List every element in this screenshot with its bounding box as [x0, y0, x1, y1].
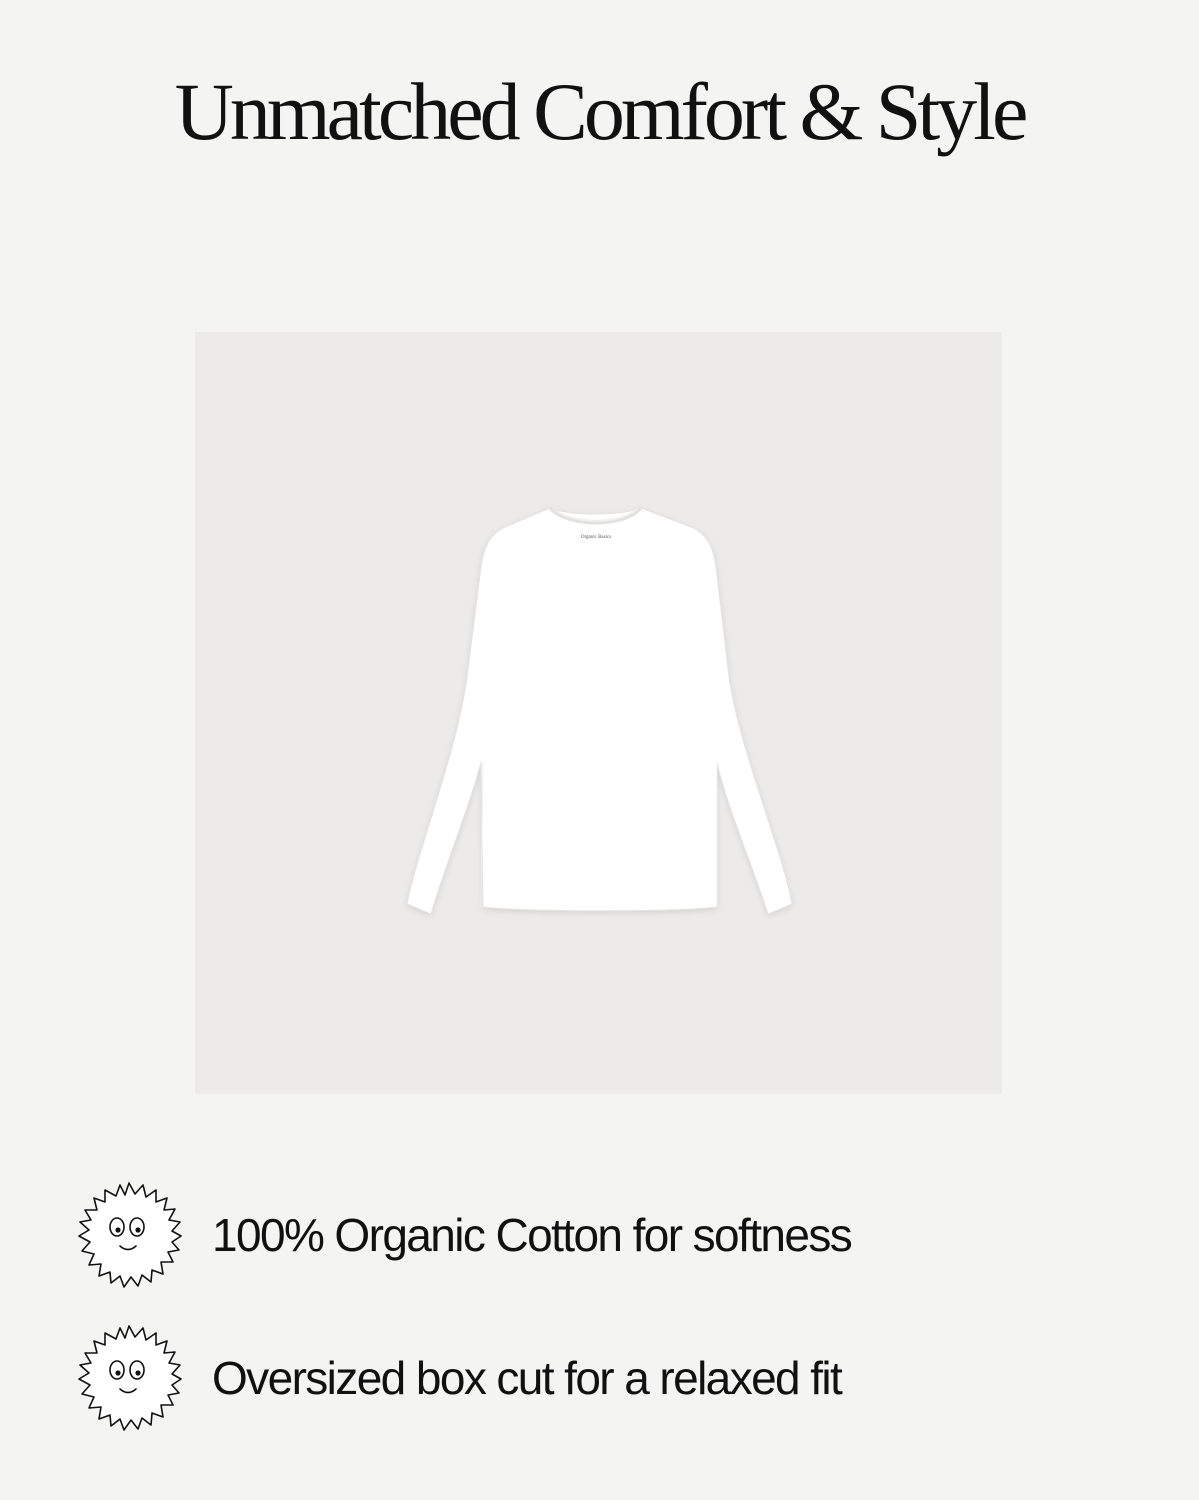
feature-item-fit: Oversized box cut for a relaxed fit [74, 1318, 843, 1438]
headline: Unmatched Comfort & Style [174, 66, 1029, 157]
feature-item-cotton: 100% Organic Cotton for softness [74, 1175, 853, 1295]
shirt-body [406, 507, 793, 915]
product-photo: Organic Basics [195, 332, 1002, 1094]
long-sleeve-shirt-image: Organic Basics [406, 506, 793, 915]
feature-text: 100% Organic Cotton for softness [212, 1209, 853, 1261]
smiling-sun-icon [78, 1182, 182, 1288]
smiling-sun-icon [78, 1325, 182, 1431]
feature-text: Oversized box cut for a relaxed fit [212, 1352, 843, 1404]
shirt-label: Organic Basics [581, 535, 611, 540]
